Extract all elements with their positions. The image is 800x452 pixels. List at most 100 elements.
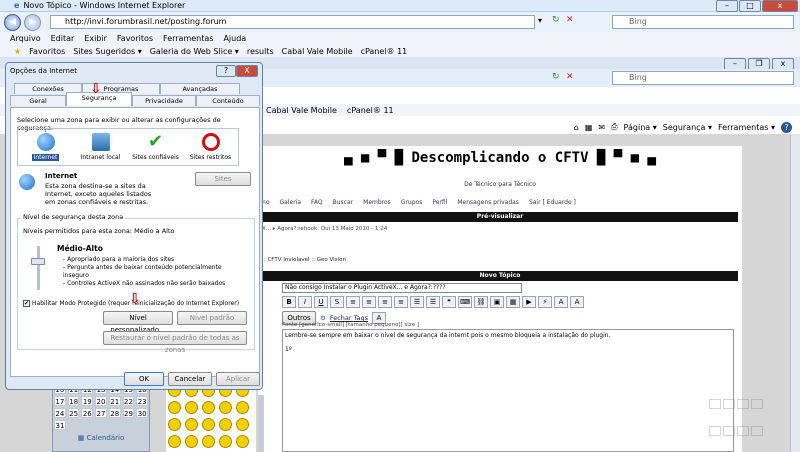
cancel-button[interactable]: Cancelar bbox=[168, 372, 212, 386]
help-icon[interactable]: ? bbox=[781, 121, 792, 133]
calendar-day[interactable]: 20 bbox=[95, 396, 107, 406]
flash-icon[interactable]: ⚡ bbox=[538, 296, 552, 308]
tab-privacidade[interactable]: Privacidade bbox=[132, 94, 196, 106]
inner-refresh-icon[interactable]: ↻ bbox=[552, 72, 560, 82]
maximize-button[interactable]: □ bbox=[739, 0, 761, 12]
calendar-day[interactable]: 24 bbox=[54, 408, 66, 418]
stop-icon[interactable]: ✕ bbox=[566, 15, 574, 25]
favorites-star-icon[interactable]: ★ bbox=[14, 47, 21, 56]
protected-mode-checkbox[interactable]: ✔ bbox=[23, 300, 30, 307]
smiley-icon[interactable] bbox=[202, 435, 215, 448]
menu-arquivo[interactable]: Arquivo bbox=[10, 34, 41, 43]
print-icon[interactable]: ⎙ bbox=[611, 122, 617, 132]
zone-trusted[interactable]: ✔ Sites confiáveis bbox=[129, 133, 183, 162]
smiley-icon[interactable] bbox=[185, 401, 198, 414]
image-icon[interactable]: ▣ bbox=[490, 296, 504, 308]
calendar-day[interactable]: 22 bbox=[122, 396, 135, 406]
fechar-tags-link[interactable]: Fechar Tags bbox=[330, 314, 368, 322]
smiley-icon[interactable] bbox=[185, 435, 198, 448]
calendar-day[interactable]: 18 bbox=[67, 396, 80, 406]
custom-level-button[interactable]: Nível personalizado... bbox=[103, 311, 173, 334]
smiley-icon[interactable] bbox=[168, 418, 181, 431]
strike-button[interactable]: S bbox=[330, 296, 344, 308]
inner-stop-icon[interactable]: ✕ bbox=[566, 72, 574, 82]
security-menu[interactable]: Segurança ▾ bbox=[663, 123, 712, 132]
bold-button[interactable]: B bbox=[282, 296, 296, 308]
tab-conteudo[interactable]: Conteúdo bbox=[196, 94, 260, 106]
fav-item-sites-sugeridos[interactable]: Sites Sugeridos ▾ bbox=[73, 47, 141, 56]
inner-fav-item-cpanel[interactable]: cPanel® 11 bbox=[347, 106, 394, 115]
address-bar[interactable]: http://invi.forumbrasil.net/posting.foru… bbox=[50, 15, 535, 29]
nav-sair[interactable]: Sair [ Eduardo ] bbox=[529, 199, 576, 206]
page-scrollbar[interactable] bbox=[258, 395, 264, 452]
tab-avancadas[interactable]: Avançadas bbox=[160, 83, 240, 94]
smiley-icon[interactable] bbox=[168, 401, 181, 414]
default-level-button[interactable]: Nível padrão bbox=[177, 311, 247, 325]
smiley-icon[interactable] bbox=[219, 401, 232, 414]
ok-button[interactable]: OK bbox=[124, 372, 164, 386]
search-input[interactable]: Bing bbox=[612, 15, 794, 29]
video-icon[interactable]: ▶ bbox=[522, 296, 536, 308]
page-menu[interactable]: Página ▾ bbox=[624, 123, 657, 132]
list-icon[interactable]: ☰ bbox=[410, 296, 424, 308]
zone-intranet[interactable]: Intranet local bbox=[74, 133, 128, 161]
smiley-icon[interactable] bbox=[185, 418, 198, 431]
zone-internet[interactable]: Internet bbox=[19, 133, 73, 161]
calendar-day[interactable]: 17 bbox=[54, 396, 66, 406]
nav-mensagens[interactable]: Mensagens privadas bbox=[457, 199, 519, 206]
dialog-help-button[interactable]: ? bbox=[216, 65, 236, 77]
dialog-close-button[interactable]: X bbox=[236, 65, 258, 77]
home-icon[interactable]: ⌂ bbox=[574, 123, 579, 132]
align-left-icon[interactable]: ≡ bbox=[346, 296, 360, 308]
tools-menu[interactable]: Ferramentas ▾ bbox=[718, 123, 775, 132]
nav-faq[interactable]: FAQ bbox=[311, 199, 323, 206]
dropdown-icon[interactable]: ▾ bbox=[538, 16, 542, 25]
smiley-icon[interactable] bbox=[236, 401, 249, 414]
close-button[interactable]: x bbox=[762, 0, 798, 12]
level-slider-thumb[interactable] bbox=[31, 258, 45, 265]
calendar-day[interactable]: 27 bbox=[95, 408, 107, 418]
numbered-list-icon[interactable]: ☰ bbox=[426, 296, 440, 308]
calendar-day[interactable]: 21 bbox=[108, 396, 121, 406]
fav-item-cpanel[interactable]: cPanel® 11 bbox=[361, 47, 408, 56]
smiley-icon[interactable] bbox=[236, 435, 249, 448]
calendar-day[interactable]: 29 bbox=[122, 408, 135, 418]
smiley-icon[interactable] bbox=[202, 418, 215, 431]
right-scrollbar[interactable] bbox=[790, 134, 800, 452]
zone-restricted[interactable]: Sites restritos bbox=[184, 133, 238, 161]
forward-button[interactable]: ▶ bbox=[24, 14, 41, 31]
nav-galeria[interactable]: Galeria bbox=[280, 199, 302, 206]
message-textarea[interactable]: Lembre-se sempre em baixar o nível de se… bbox=[282, 329, 734, 452]
calendar-day[interactable]: 26 bbox=[81, 408, 94, 418]
menu-exibir[interactable]: Exibir bbox=[84, 34, 107, 43]
apply-button[interactable]: Aplicar bbox=[216, 372, 260, 386]
nav-grupos[interactable]: Grupos bbox=[401, 199, 423, 206]
refresh-icon[interactable]: ↻ bbox=[552, 15, 560, 25]
smiley-icon[interactable] bbox=[236, 418, 249, 431]
settings-icon[interactable]: ⚙ bbox=[320, 314, 326, 322]
italic-button[interactable]: I bbox=[298, 296, 312, 308]
underline-button[interactable]: U bbox=[314, 296, 328, 308]
font-icon[interactable]: A bbox=[570, 296, 584, 308]
calendar-day[interactable]: 25 bbox=[67, 408, 80, 418]
feeds-icon[interactable]: ▦ bbox=[585, 123, 593, 132]
mail-icon[interactable]: ✉ bbox=[598, 123, 605, 132]
justify-icon[interactable]: ≡ bbox=[394, 296, 408, 308]
reset-all-zones-button[interactable]: Restaurar o nível padrão de todas as zon… bbox=[103, 331, 247, 354]
inner-search-input[interactable]: Bing bbox=[612, 71, 794, 85]
align-right-icon[interactable]: ≡ bbox=[378, 296, 392, 308]
smiley-icon[interactable] bbox=[168, 435, 181, 448]
calendar-day[interactable]: 19 bbox=[81, 396, 94, 406]
subject-input[interactable]: Não consigo Instalar o Plugin ActiveX...… bbox=[282, 283, 522, 293]
nav-buscar[interactable]: Buscar bbox=[333, 199, 354, 206]
fav-item-results[interactable]: results bbox=[247, 47, 274, 56]
menu-favoritos[interactable]: Favoritos bbox=[117, 34, 153, 43]
table-icon[interactable]: ▦ bbox=[506, 296, 520, 308]
favorites-button[interactable]: Favoritos bbox=[29, 47, 65, 56]
calendar-day[interactable]: 30 bbox=[136, 408, 149, 418]
back-button[interactable]: ◀ bbox=[4, 14, 21, 31]
menu-editar[interactable]: Editar bbox=[51, 34, 75, 43]
sites-button[interactable]: Sites bbox=[195, 172, 251, 186]
menu-ajuda[interactable]: Ajuda bbox=[223, 34, 246, 43]
tab-geral[interactable]: Geral bbox=[10, 94, 66, 106]
